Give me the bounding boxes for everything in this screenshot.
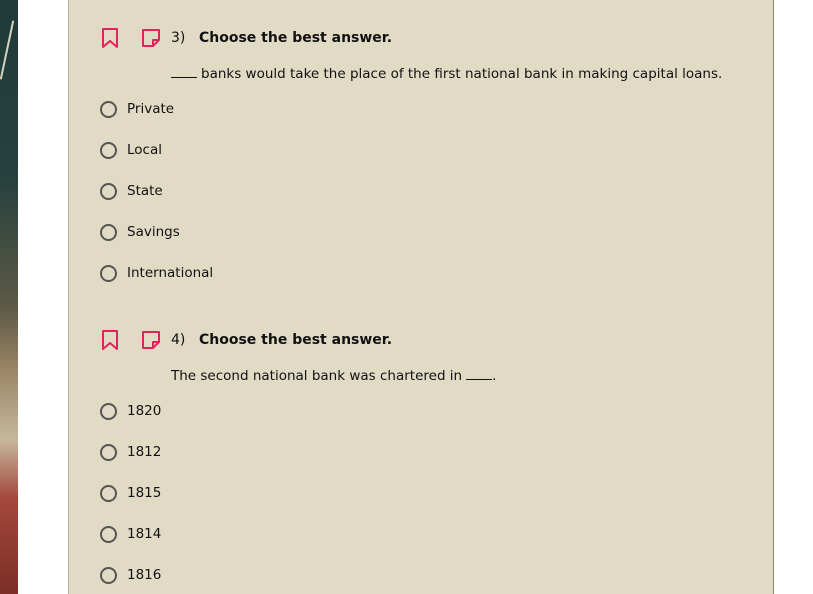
question-prompt: The second national bank was chartered i… bbox=[171, 368, 497, 384]
option-1814[interactable]: 1814 bbox=[100, 523, 161, 545]
bookmark-icon[interactable] bbox=[101, 330, 119, 350]
option-label: 1816 bbox=[127, 567, 162, 583]
option-label: Savings bbox=[127, 224, 180, 240]
question-number: 4) bbox=[171, 332, 186, 348]
radio-button[interactable] bbox=[100, 223, 117, 241]
option-international[interactable]: International bbox=[100, 262, 213, 284]
radio-button[interactable] bbox=[100, 443, 117, 461]
option-label: 1814 bbox=[127, 526, 162, 542]
quiz-panel: 3) Choose the best answer. banks would t… bbox=[68, 0, 774, 594]
option-local[interactable]: Local bbox=[100, 139, 162, 161]
option-label: 1815 bbox=[127, 485, 162, 501]
option-savings[interactable]: Savings bbox=[100, 221, 180, 243]
option-private[interactable]: Private bbox=[100, 98, 174, 120]
option-1815[interactable]: 1815 bbox=[100, 482, 161, 504]
radio-button[interactable] bbox=[100, 182, 117, 200]
radio-button[interactable] bbox=[100, 264, 117, 282]
question-prompt: banks would take the place of the first … bbox=[171, 66, 722, 82]
answer-blank bbox=[466, 379, 493, 380]
option-label: 1820 bbox=[127, 403, 162, 419]
note-icon[interactable] bbox=[141, 28, 161, 48]
prompt-text: The second national bank was chartered i… bbox=[171, 368, 463, 384]
option-label: Local bbox=[127, 142, 162, 158]
option-1812[interactable]: 1812 bbox=[100, 441, 161, 463]
option-1816[interactable]: 1816 bbox=[100, 564, 161, 586]
question-title: Choose the best answer. bbox=[199, 30, 393, 46]
background-photo bbox=[0, 0, 18, 594]
note-icon[interactable] bbox=[141, 330, 161, 350]
bookmark-icon[interactable] bbox=[101, 28, 119, 48]
radio-button[interactable] bbox=[100, 402, 117, 420]
radio-button[interactable] bbox=[100, 484, 117, 502]
radio-button[interactable] bbox=[100, 100, 117, 118]
option-label: State bbox=[127, 183, 163, 199]
option-1820[interactable]: 1820 bbox=[100, 400, 161, 422]
question-title: Choose the best answer. bbox=[199, 332, 393, 348]
radio-button[interactable] bbox=[100, 141, 117, 159]
option-label: Private bbox=[127, 101, 175, 117]
prompt-text: banks would take the place of the first … bbox=[201, 66, 723, 82]
option-label: 1812 bbox=[127, 444, 162, 460]
radio-button[interactable] bbox=[100, 566, 117, 584]
radio-button[interactable] bbox=[100, 525, 117, 543]
question-number: 3) bbox=[171, 30, 186, 46]
option-label: International bbox=[127, 265, 214, 281]
answer-blank bbox=[171, 77, 197, 78]
option-state[interactable]: State bbox=[100, 180, 163, 202]
